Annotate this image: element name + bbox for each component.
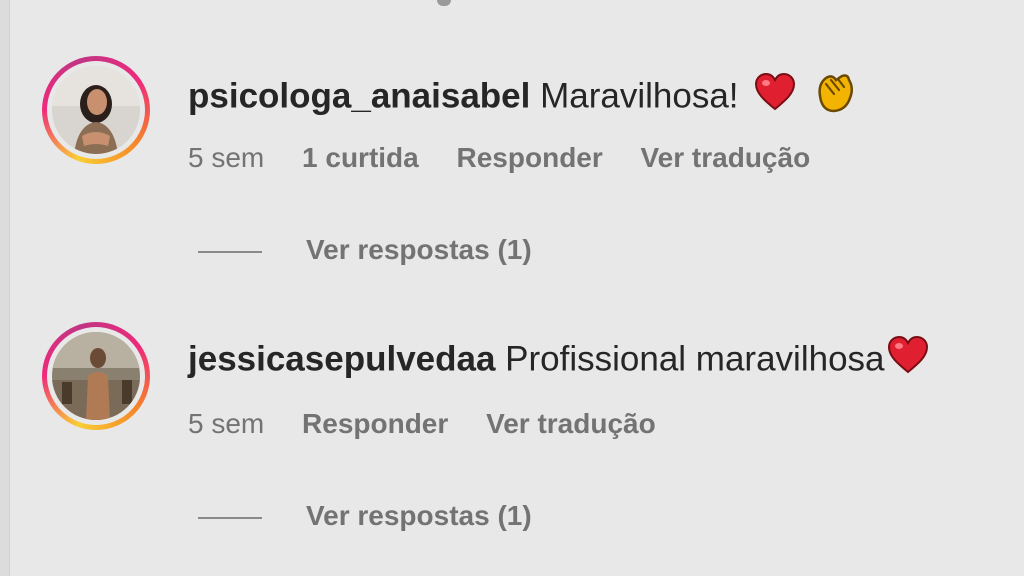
red-heart-emoji bbox=[754, 72, 796, 123]
avatar-story-ring[interactable] bbox=[42, 56, 150, 164]
translate-button[interactable]: Ver tradução bbox=[641, 142, 811, 173]
view-replies-label: Ver respostas (1) bbox=[306, 234, 532, 265]
comment-text: Profissional maravilhosa bbox=[505, 339, 885, 379]
avatar-story-ring[interactable] bbox=[42, 322, 150, 430]
comment-line: jessicasepulvedaa Profissional maravilho… bbox=[188, 335, 929, 386]
replies-divider bbox=[198, 250, 262, 253]
view-replies-button[interactable]: Ver respostas (1) bbox=[198, 232, 532, 268]
red-heart-emoji bbox=[887, 335, 929, 386]
comment-meta: 5 sem Responder Ver tradução bbox=[188, 406, 686, 442]
clapping-hands-emoji bbox=[812, 70, 856, 126]
comment-username[interactable]: psicologa_anaisabel bbox=[188, 76, 530, 115]
scroll-remnant bbox=[437, 0, 451, 6]
avatar[interactable] bbox=[52, 332, 140, 420]
avatar-photo-icon bbox=[52, 66, 140, 154]
view-replies-button[interactable]: Ver respostas (1) bbox=[198, 498, 532, 534]
reply-button[interactable]: Responder bbox=[457, 142, 603, 173]
comment-likes[interactable]: 1 curtida bbox=[302, 142, 419, 173]
view-replies-label: Ver respostas (1) bbox=[306, 500, 532, 531]
panel-left-border bbox=[0, 0, 10, 576]
reply-button[interactable]: Responder bbox=[302, 408, 448, 439]
avatar[interactable] bbox=[52, 66, 140, 154]
avatar-photo-icon bbox=[52, 332, 140, 420]
comment-username[interactable]: jessicasepulvedaa bbox=[188, 339, 495, 378]
comment-time[interactable]: 5 sem bbox=[188, 142, 264, 173]
comment-time[interactable]: 5 sem bbox=[188, 408, 264, 439]
comment-line: psicologa_anaisabel Maravilhosa! bbox=[188, 70, 856, 126]
replies-divider bbox=[198, 516, 262, 519]
comment-meta: 5 sem 1 curtida Responder Ver tradução bbox=[188, 140, 840, 176]
comment-text: Maravilhosa! bbox=[540, 76, 739, 116]
translate-button[interactable]: Ver tradução bbox=[486, 408, 656, 439]
comments-panel: psicologa_anaisabel Maravilhosa! 5 sem 1… bbox=[0, 0, 1024, 576]
